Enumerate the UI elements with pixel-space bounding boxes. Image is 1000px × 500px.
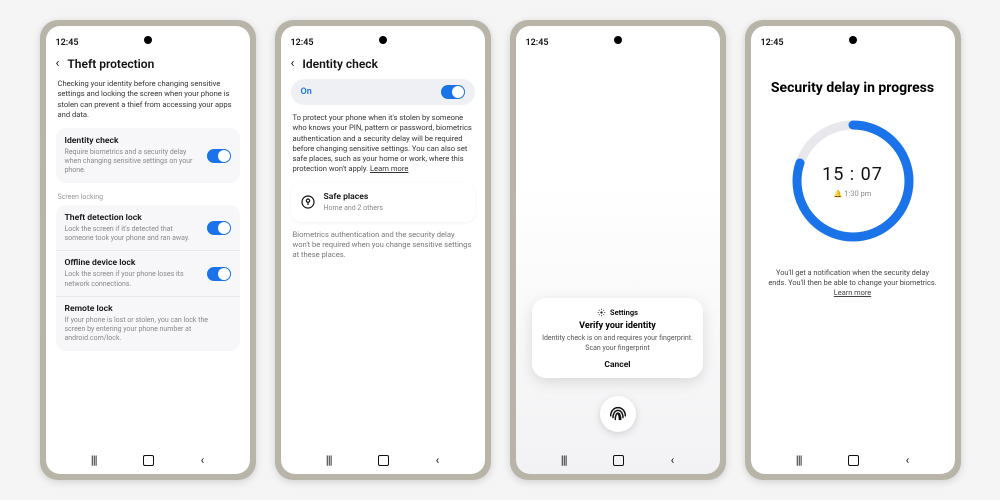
nav-back-icon[interactable]: ‹	[906, 453, 910, 467]
phone-frame-3: 12:45 Settings Verify your identity Iden…	[510, 20, 726, 480]
camera-cutout	[849, 36, 857, 44]
phone-frame-2: 12:45 ‹ Identity check On To protect you…	[275, 20, 491, 480]
clock: 12:45	[526, 38, 549, 48]
nav-home-icon[interactable]	[848, 455, 859, 466]
phone-frame-1: 12:45 ‹ Theft protection Checking your i…	[40, 20, 256, 480]
learn-more-link[interactable]: Learn more	[834, 288, 871, 297]
master-toggle-row[interactable]: On	[291, 79, 475, 105]
page-title: Theft protection	[67, 57, 154, 71]
content-area: Security delay in progress 15 : 07 🔔 1:3…	[751, 50, 955, 446]
clock: 12:45	[56, 38, 79, 48]
safe-places-footnote: Biometrics authentication and the securi…	[291, 230, 475, 269]
offline-lock-row[interactable]: Offline device lock Lock the screen if y…	[65, 258, 231, 288]
nav-back-icon[interactable]: ‹	[201, 453, 205, 467]
identity-check-master-toggle[interactable]	[441, 85, 465, 99]
screen-1: 12:45 ‹ Theft protection Checking your i…	[46, 26, 250, 474]
nav-back-icon[interactable]: ‹	[436, 453, 440, 467]
countdown-timer: 15 : 07	[822, 164, 883, 185]
nav-bar: ||| ‹	[281, 446, 485, 474]
identity-check-sub: Require biometrics and a security delay …	[65, 148, 201, 175]
theft-detection-toggle[interactable]	[207, 221, 231, 235]
page-title: Identity check	[302, 57, 378, 71]
screen-2: 12:45 ‹ Identity check On To protect you…	[281, 26, 485, 474]
clock: 12:45	[761, 38, 784, 48]
nav-bar: ||| ‹	[516, 446, 720, 474]
verify-identity-dialog: Settings Verify your identity Identity c…	[532, 298, 703, 378]
safe-places-sub: Home and 2 others	[324, 204, 466, 213]
dialog-app-label: Settings	[542, 308, 693, 317]
on-label: On	[301, 87, 312, 97]
content-area: ‹ Theft protection Checking your identit…	[46, 50, 250, 446]
header: ‹ Identity check	[291, 50, 475, 79]
fingerprint-sensor[interactable]	[600, 396, 636, 432]
safe-places-title: Safe places	[324, 192, 466, 202]
nav-bar: ||| ‹	[46, 446, 250, 474]
section-label-screen-locking: Screen locking	[56, 189, 240, 205]
content-area: ‹ Identity check On To protect your phon…	[281, 50, 485, 446]
gear-icon	[597, 308, 606, 317]
offline-lock-toggle[interactable]	[207, 267, 231, 281]
nav-home-icon[interactable]	[378, 455, 389, 466]
clock: 12:45	[291, 38, 314, 48]
back-icon[interactable]: ‹	[56, 56, 60, 71]
phone-frame-4: 12:45 Security delay in progress 15 : 07…	[745, 20, 961, 480]
nav-bar: ||| ‹	[751, 446, 955, 474]
fingerprint-icon	[607, 403, 629, 425]
learn-more-link[interactable]: Learn more	[370, 164, 408, 173]
nav-recents-icon[interactable]: |||	[561, 453, 567, 467]
progress-ring: 15 : 07 🔔 1:30 pm	[788, 116, 918, 246]
screen-locking-card: Theft detection lock Lock the screen if …	[56, 205, 240, 351]
remote-lock-title: Remote lock	[65, 304, 231, 314]
identity-check-card[interactable]: Identity check Require biometrics and a …	[56, 128, 240, 183]
location-pin-icon	[300, 194, 316, 210]
screen-3: 12:45 Settings Verify your identity Iden…	[516, 26, 720, 474]
page-description: Checking your identity before changing s…	[56, 79, 240, 128]
offline-lock-sub: Lock the screen if your phone loses its …	[65, 270, 201, 288]
remote-lock-row[interactable]: Remote lock If your phone is lost or sto…	[65, 304, 231, 343]
theft-detection-row[interactable]: Theft detection lock Lock the screen if …	[65, 213, 231, 243]
dialog-title: Verify your identity	[542, 321, 693, 331]
theft-detection-sub: Lock the screen if it's detected that so…	[65, 225, 201, 243]
nav-home-icon[interactable]	[143, 455, 154, 466]
remote-lock-sub: If your phone is lost or stolen, you can…	[65, 316, 231, 343]
page-title: Security delay in progress	[771, 80, 934, 98]
nav-recents-icon[interactable]: |||	[326, 453, 332, 467]
cancel-button[interactable]: Cancel	[542, 357, 693, 370]
camera-cutout	[379, 36, 387, 44]
bell-icon: 🔔	[834, 190, 843, 198]
end-time: 🔔 1:30 pm	[834, 189, 872, 198]
divider	[56, 250, 240, 251]
nav-back-icon[interactable]: ‹	[671, 453, 675, 467]
identity-check-toggle[interactable]	[207, 149, 231, 163]
delay-description: You'll get a notification when the secur…	[763, 268, 943, 299]
identity-check-title: Identity check	[65, 136, 201, 146]
camera-cutout	[614, 36, 622, 44]
screen-4: 12:45 Security delay in progress 15 : 07…	[751, 26, 955, 474]
camera-cutout	[144, 36, 152, 44]
back-icon[interactable]: ‹	[291, 56, 295, 71]
offline-lock-title: Offline device lock	[65, 258, 201, 268]
nav-recents-icon[interactable]: |||	[91, 453, 97, 467]
divider	[56, 296, 240, 297]
header: ‹ Theft protection	[56, 50, 240, 79]
dialog-body: Identity check is on and requires your f…	[542, 334, 693, 353]
safe-places-row[interactable]: Safe places Home and 2 others	[291, 183, 475, 222]
nav-home-icon[interactable]	[613, 455, 624, 466]
identity-check-description: To protect your phone when it's stolen b…	[291, 113, 475, 183]
content-area: Settings Verify your identity Identity c…	[516, 50, 720, 446]
nav-recents-icon[interactable]: |||	[796, 453, 802, 467]
theft-detection-title: Theft detection lock	[65, 213, 201, 223]
